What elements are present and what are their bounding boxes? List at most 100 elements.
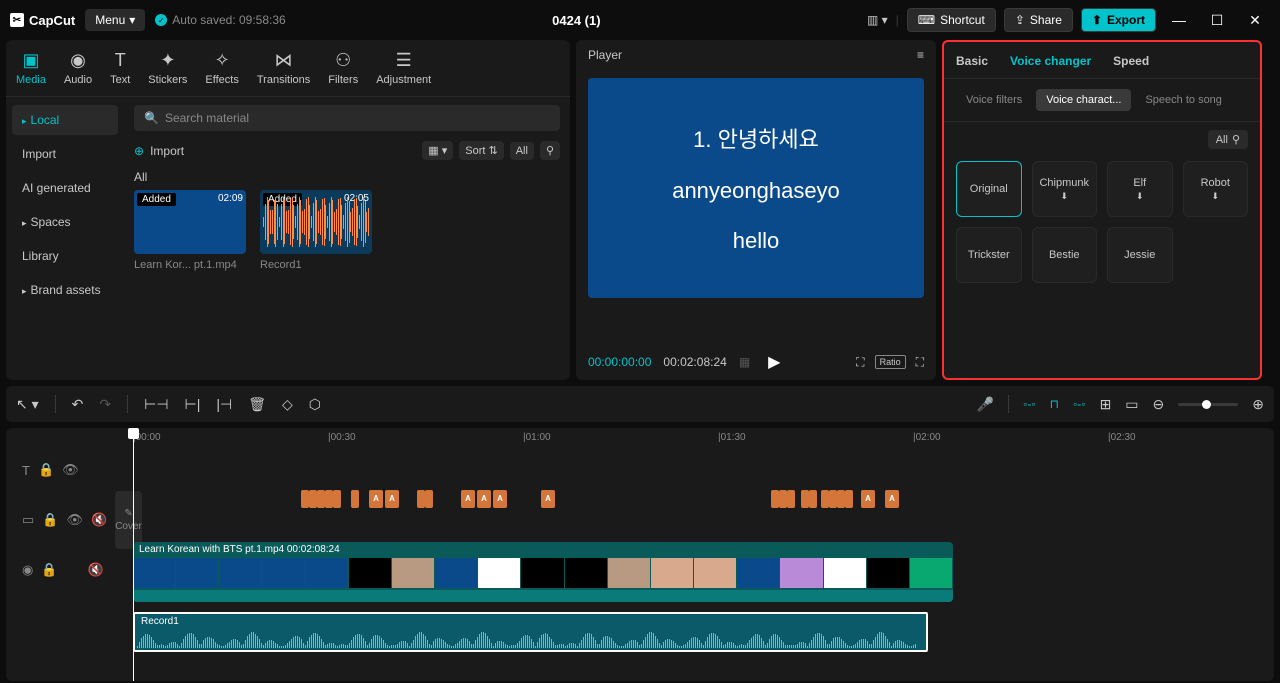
view-controls: ▦ ▾ Sort ⇅ All ⚲ xyxy=(422,141,560,160)
selection-tool[interactable]: ↖ ▾ xyxy=(16,396,39,413)
tab-speed[interactable]: Speed xyxy=(1113,50,1149,78)
visibility-icon[interactable]: 👁 xyxy=(62,462,79,478)
preview-button[interactable]: ⊞ xyxy=(1100,396,1112,413)
voice-chipmunk[interactable]: Chipmunk⬇ xyxy=(1032,161,1098,217)
tab-effects[interactable]: ✧Effects xyxy=(205,46,238,96)
tab-stickers[interactable]: ✦Stickers xyxy=(148,46,187,96)
adjustment-icon: ☰ xyxy=(376,50,431,71)
scan-icon[interactable]: ⛶ xyxy=(856,355,864,370)
import-button[interactable]: ⊕ Import xyxy=(134,144,412,158)
voice-original[interactable]: Original xyxy=(956,161,1022,217)
export-button[interactable]: ⬆ Export xyxy=(1081,8,1156,32)
sidebar-item-local[interactable]: ▸Local xyxy=(12,105,118,135)
video-clip-label: Learn Korean with BTS pt.1.mp4 00:02:08:… xyxy=(139,544,340,555)
ratio-button[interactable]: Ratio xyxy=(875,355,906,369)
overlay-text: hello xyxy=(733,228,779,254)
transitions-icon: ⋈ xyxy=(257,50,310,71)
tab-transitions[interactable]: ⋈Transitions xyxy=(257,46,310,96)
media-thumb[interactable]: Added 02:05 Record1 xyxy=(260,190,372,271)
text-track[interactable]: AAAAAAAA xyxy=(121,480,1274,520)
check-icon: ✓ xyxy=(155,14,167,26)
clip-name: Record1 xyxy=(260,259,372,271)
sidebar-item-brand[interactable]: ▸Brand assets xyxy=(12,275,118,305)
playhead[interactable] xyxy=(133,428,134,681)
video-track[interactable]: Learn Korean with BTS pt.1.mp4 00:02:08:… xyxy=(121,542,1274,602)
crop-button[interactable]: ◇ xyxy=(282,396,293,413)
media-thumb[interactable]: Added 02:09 Learn Kor... pt.1.mp4 xyxy=(134,190,246,271)
sidebar-item-spaces[interactable]: ▸Spaces xyxy=(12,207,118,237)
audio-clip[interactable]: Record1 xyxy=(133,612,928,652)
grid-icon[interactable]: ▦ xyxy=(739,355,750,369)
visibility-icon[interactable]: 👁 xyxy=(66,512,83,528)
redo-button[interactable]: ↷ xyxy=(99,396,111,413)
tab-filters[interactable]: ⚇Filters xyxy=(328,46,358,96)
subtab-voice-filters[interactable]: Voice filters xyxy=(956,89,1032,111)
tab-basic[interactable]: Basic xyxy=(956,50,988,78)
mic-button[interactable]: 🎤 xyxy=(977,396,994,413)
split-right-button[interactable]: |⊣ xyxy=(216,396,232,413)
voice-jessie[interactable]: Jessie xyxy=(1107,227,1173,283)
audio-track[interactable]: Record1 xyxy=(121,608,1274,648)
player-title: Player xyxy=(588,48,622,62)
timeline-ruler[interactable]: |00:00|00:30|01:00|01:30|02:00|02:30 xyxy=(121,428,1274,450)
zoom-slider[interactable] xyxy=(1178,403,1238,406)
undo-button[interactable]: ↶ xyxy=(72,396,84,413)
layout-icon[interactable]: ▥ ▾ xyxy=(867,13,888,27)
split-left-button[interactable]: ⊢| xyxy=(185,396,201,413)
sort-button[interactable]: Sort ⇅ xyxy=(459,141,503,160)
play-button[interactable]: ▶ xyxy=(768,352,780,372)
tab-voice-changer[interactable]: Voice changer xyxy=(1010,50,1091,78)
timeline-body[interactable]: |00:00|00:30|01:00|01:30|02:00|02:30 AAA… xyxy=(121,428,1274,681)
lock-icon[interactable]: 🔒 xyxy=(38,462,54,478)
filter-icon-button[interactable]: ⚲ xyxy=(540,141,560,160)
title-actions: ▥ ▾ | ⌨ Shortcut ⇪ Share ⬆ Export — ☐ ✕ xyxy=(867,8,1270,32)
voice-trickster[interactable]: Trickster xyxy=(956,227,1022,283)
close-button[interactable]: ✕ xyxy=(1240,12,1270,29)
menu-button[interactable]: Menu ▾ xyxy=(85,9,145,31)
search-input[interactable]: 🔍 Search material xyxy=(134,105,560,131)
voice-filter-all[interactable]: All⚲ xyxy=(1208,130,1248,149)
link-button[interactable]: ◦-◦ xyxy=(1073,397,1086,411)
tab-text[interactable]: TText xyxy=(110,46,130,96)
track-button[interactable]: ▭ xyxy=(1125,396,1138,413)
voice-elf[interactable]: Elf⬇ xyxy=(1107,161,1173,217)
shortcut-button[interactable]: ⌨ Shortcut xyxy=(907,8,996,32)
mute-icon[interactable]: 🔇 xyxy=(91,512,107,528)
mute-icon[interactable]: 🔇 xyxy=(88,562,104,578)
filter-all-button[interactable]: All xyxy=(510,142,534,160)
zoom-in-button[interactable]: ⊕ xyxy=(1252,396,1264,413)
track-headers: T 🔒 👁 ▭ 🔒 👁 🔇 ✎ Cover ◉ 🔒 🔇 xyxy=(6,428,121,681)
magnet-button[interactable]: ⊓ xyxy=(1050,397,1059,411)
share-button[interactable]: ⇪ Share xyxy=(1004,8,1073,32)
lock-icon[interactable]: 🔒 xyxy=(41,562,57,578)
tab-audio[interactable]: ◉Audio xyxy=(64,46,92,96)
voice-robot[interactable]: Robot⬇ xyxy=(1183,161,1249,217)
grid-view-button[interactable]: ▦ ▾ xyxy=(422,141,453,160)
subtab-speech-to-song[interactable]: Speech to song xyxy=(1135,89,1231,111)
fullscreen-icon[interactable]: ⛶ xyxy=(916,355,924,370)
tab-adjustment[interactable]: ☰Adjustment xyxy=(376,46,431,96)
player-viewport[interactable]: 1. 안녕하세요 annyeonghaseyo hello xyxy=(588,78,924,298)
minimize-button[interactable]: — xyxy=(1164,12,1194,28)
maximize-button[interactable]: ☐ xyxy=(1202,12,1232,29)
marker-button[interactable]: ⬡ xyxy=(309,396,321,413)
props-tabs: Basic Voice changer Speed xyxy=(944,42,1260,79)
voice-bestie[interactable]: Bestie xyxy=(1032,227,1098,283)
snap-button[interactable]: ◦-◦ xyxy=(1023,397,1036,411)
video-clip[interactable]: Learn Korean with BTS pt.1.mp4 00:02:08:… xyxy=(133,542,953,602)
sidebar-item-import[interactable]: Import xyxy=(12,139,118,169)
delete-button[interactable]: 🗑 xyxy=(248,396,266,413)
text-icon: T xyxy=(110,50,130,71)
lock-icon[interactable]: 🔒 xyxy=(42,512,58,528)
subtab-voice-characters[interactable]: Voice charact... xyxy=(1036,89,1131,111)
player-menu-icon[interactable]: ≡ xyxy=(917,48,924,62)
media-panel: ▣Media ◉Audio TText ✦Stickers ✧Effects ⋈… xyxy=(6,40,570,380)
split-button[interactable]: ⊢⊣ xyxy=(144,396,168,413)
filter-icon: ⚲ xyxy=(1232,133,1240,146)
sidebar-item-ai[interactable]: AI generated xyxy=(12,173,118,203)
tab-media[interactable]: ▣Media xyxy=(16,46,46,96)
zoom-out-button[interactable]: ⊖ xyxy=(1153,396,1165,413)
media-icon: ▣ xyxy=(16,50,46,71)
audio-track-header: ◉ 🔒 🔇 xyxy=(6,550,121,590)
sidebar-item-library[interactable]: Library xyxy=(12,241,118,271)
